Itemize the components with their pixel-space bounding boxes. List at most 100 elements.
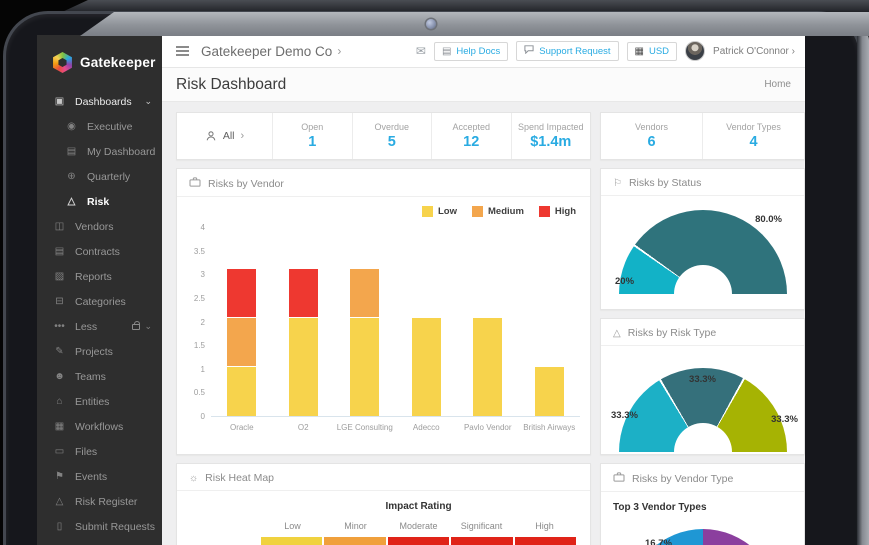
panel-risks-by-vendor: Risks by Vendor Low Medium High 4 3.5 3 2.5 2 1… <box>176 168 591 455</box>
sidebar-item-entities[interactable]: ⌂ Entities <box>37 389 162 414</box>
stat-cells: Open 1 Overdue 5 Accepted 12 Spend Impacted $1.… <box>273 113 590 159</box>
logo-text: Gatekeeper <box>80 55 156 70</box>
support-request-button[interactable]: Support Request <box>516 41 619 61</box>
sidebar-item-label: Vendors <box>75 220 114 233</box>
heat-cell[interactable] <box>387 537 450 545</box>
user-avatar[interactable] <box>685 41 706 61</box>
sidebar-item-label: Contracts <box>75 245 120 258</box>
sidebar-item-executive[interactable]: ◉ Executive <box>37 114 162 139</box>
panel-risks-by-vendor-type: Risks by Vendor Type Top 3 Vendor Types … <box>600 463 805 545</box>
currency-selector[interactable]: ▦ USD <box>626 41 678 61</box>
sidebar-nav: ▣ Dashboards ⌄ ◉ Executive ▤ My Dashboard ⊕ Quar… <box>37 89 162 545</box>
legend-swatch <box>472 206 483 217</box>
hamburger-menu-icon[interactable] <box>176 46 189 56</box>
charts-grid: Risks by Vendor Low Medium High 4 3.5 3 2.5 2 1… <box>176 168 805 545</box>
logo[interactable]: Gatekeeper <box>37 35 162 89</box>
warning-triangle-icon: △ <box>613 327 621 339</box>
device-right-rim <box>857 30 869 545</box>
sidebar-item-label: Risk <box>87 195 110 208</box>
bar-oracle[interactable] <box>227 269 257 416</box>
panel-header: Risks by Vendor <box>177 169 590 197</box>
legend-item: High <box>538 206 576 217</box>
sidebar-item-projects[interactable]: ✎ Projects <box>37 339 162 364</box>
workflows-icon: ▦ <box>54 421 65 432</box>
stat-open[interactable]: Open 1 <box>273 113 353 159</box>
sidebar-item-risk-register[interactable]: △ Risk Register <box>37 489 162 514</box>
bar-o2[interactable] <box>288 269 318 416</box>
stat-vendors[interactable]: Vendors 6 <box>601 113 703 159</box>
stat-overdue[interactable]: Overdue 5 <box>353 113 432 159</box>
company-chevron-icon[interactable]: › <box>337 44 341 58</box>
owner-filter[interactable]: All › <box>177 113 273 159</box>
quarterly-icon: ⊕ <box>67 171 76 182</box>
dashboards-icon: ▣ <box>54 96 65 107</box>
sidebar-item-label: Events <box>75 470 108 483</box>
sidebar-item-teams[interactable]: ☻ Teams <box>37 364 162 389</box>
my-dashboard-icon: ▤ <box>66 146 77 157</box>
sidebar-item-events[interactable]: ⚑ Events <box>37 464 162 489</box>
sidebar-item-risk[interactable]: △ Risk <box>37 189 162 214</box>
sidebar-item-my-dashboard[interactable]: ▤ My Dashboard <box>37 139 162 164</box>
sidebar-item-categories[interactable]: ⊟ Categories <box>37 289 162 314</box>
device-top-surface <box>80 12 869 36</box>
stat-spend-impacted[interactable]: Spend Impacted $1.4m <box>512 113 591 159</box>
person-icon <box>206 131 216 141</box>
bar-adecco[interactable] <box>411 318 441 416</box>
stat-accepted[interactable]: Accepted 12 <box>432 113 512 159</box>
sidebar-item-dashboards[interactable]: ▣ Dashboards ⌄ <box>37 89 162 114</box>
panel-risk-heat-map: ☼ Risk Heat Map Impact Rating Low Minor Mo… <box>176 463 591 545</box>
y-tick: 2 <box>200 317 205 327</box>
sidebar-item-vendors[interactable]: ◫ Vendors <box>37 214 162 239</box>
y-axis-ticks: 4 3.5 3 2.5 2 1.5 1 0.5 0 <box>189 221 211 421</box>
page-title: Risk Dashboard <box>176 75 287 93</box>
sidebar-item-quarterly[interactable]: ⊕ Quarterly <box>37 164 162 189</box>
x-tick-label: Adecco <box>412 423 440 432</box>
sidebar-item-contracts[interactable]: ▤ Contracts <box>37 239 162 264</box>
filter-chevron-icon: › <box>240 130 245 142</box>
heat-cell[interactable] <box>451 537 513 545</box>
panel-title: Risk Heat Map <box>205 472 275 484</box>
sidebar-item-submit-requests[interactable]: ▯ Submit Requests <box>37 514 162 539</box>
x-tick-label: O2 <box>297 423 309 432</box>
sidebar-item-label: Projects <box>75 345 113 358</box>
panel-risks-by-risk-type: △ Risks by Risk Type 33.3% 33.3% 33.3% <box>600 318 805 455</box>
stat-label: Open <box>301 122 324 132</box>
bar-segment-low <box>227 367 257 416</box>
user-name[interactable]: Patrick O'Connor › <box>713 46 795 57</box>
home-breadcrumb[interactable]: Home <box>764 79 791 90</box>
y-tick: 4 <box>200 223 205 232</box>
y-tick: 3.5 <box>193 246 205 256</box>
vendor-type-body: Top 3 Vendor Types 16.7% <box>601 492 804 545</box>
gatekeeper-logo-icon <box>53 52 72 73</box>
docs-icon: ▤ <box>441 45 452 57</box>
bar-lge-consulting[interactable] <box>350 269 380 416</box>
bar-pavlo-vendor[interactable] <box>473 318 503 416</box>
sun-icon: ☼ <box>189 472 199 484</box>
sidebar-item-label: Categories <box>75 295 126 308</box>
y-tick: 1 <box>200 364 205 374</box>
help-docs-button[interactable]: ▤ Help Docs <box>433 41 509 61</box>
company-name[interactable]: Gatekeeper Demo Co <box>201 44 332 59</box>
panel-header: Risks by Vendor Type <box>601 464 804 492</box>
sidebar-item-less[interactable]: ••• Less ⌄ <box>37 314 162 339</box>
slice-label-accepted: 80.0% <box>755 214 782 225</box>
sidebar-item-label: Reports <box>75 270 112 283</box>
heat-cell[interactable] <box>324 537 386 545</box>
heat-cell[interactable] <box>261 537 323 545</box>
sidebar-item-files[interactable]: ▭ Files <box>37 439 162 464</box>
heat-cell[interactable] <box>514 537 577 545</box>
risk-register-icon: △ <box>55 496 64 507</box>
sidebar-item-label: Quarterly <box>87 170 131 183</box>
x-axis-labels: Oracle O2 LGE Consulting Adecco Pavlo Vendor… <box>177 418 590 432</box>
x-tick-label: LGE Consulting <box>336 423 393 432</box>
risk-icon: △ <box>67 196 76 207</box>
stat-label: Vendors <box>634 122 669 132</box>
top3-vendor-types-label: Top 3 Vendor Types <box>613 502 707 513</box>
bar-british-airways[interactable] <box>534 367 564 416</box>
stats-row: All › Open 1 Overdue 5 Accepted 12 Spend Impac… <box>176 112 805 160</box>
envelope-icon[interactable]: ✉ <box>416 44 426 58</box>
sidebar-item-workflows[interactable]: ▦ Workflows <box>37 414 162 439</box>
stat-vendor-types[interactable]: Vendor Types 4 <box>703 113 804 159</box>
categories-icon: ⊟ <box>55 296 64 307</box>
sidebar-item-reports[interactable]: ▨ Reports <box>37 264 162 289</box>
